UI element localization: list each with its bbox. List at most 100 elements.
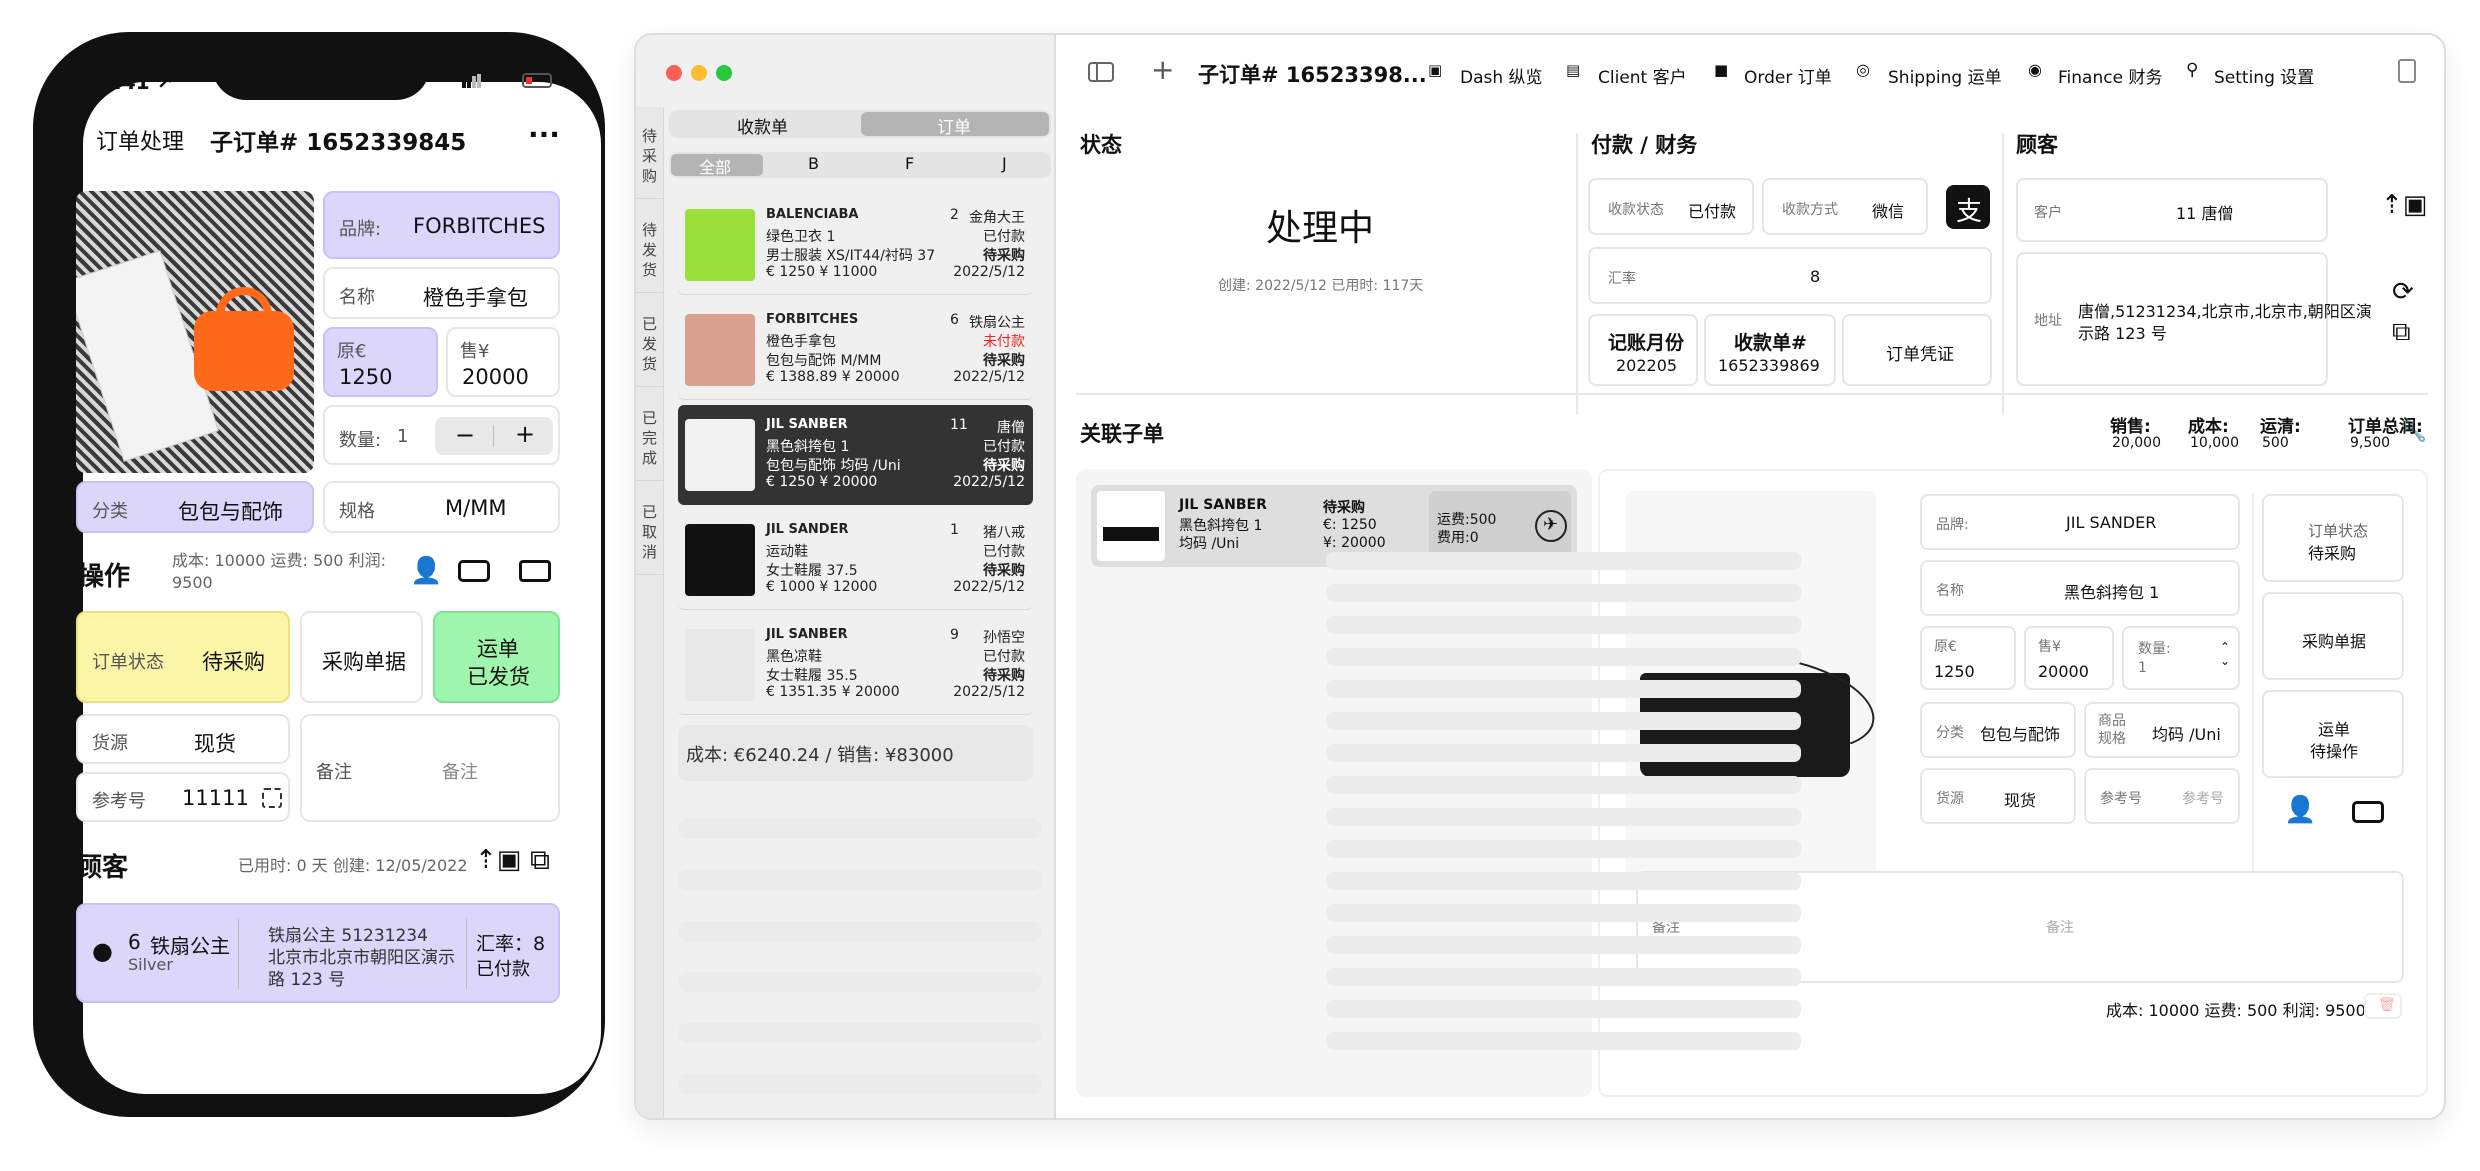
more-icon[interactable]: ···: [528, 118, 560, 151]
detail-order-status[interactable]: 订单状态 待采购: [2262, 494, 2404, 582]
add-icon[interactable]: +: [1151, 53, 1174, 86]
customer-field[interactable]: 客户 11 唐僧: [2016, 178, 2328, 242]
contact-voice-icon[interactable]: 👤: [410, 556, 442, 586]
contact-card-icon-2[interactable]: ⇡▣: [2381, 190, 2427, 220]
toolbar-finance[interactable]: Finance 财务: [2058, 63, 2162, 88]
plane-icon[interactable]: ✈: [1535, 510, 1567, 542]
copy-doc-icon[interactable]: ⧉: [2392, 317, 2411, 348]
order-field: 金角大王: [969, 210, 1025, 226]
toolbar-client[interactable]: Client 客户: [1598, 63, 1687, 88]
detail-ref-field[interactable]: 参考号 参考号: [2084, 768, 2240, 824]
detail-orig-field[interactable]: 原€ 1250: [1920, 626, 2016, 690]
trash-icon[interactable]: [2398, 59, 2416, 83]
filter-b[interactable]: B: [808, 154, 819, 173]
source-field[interactable]: 货源 现货: [76, 714, 290, 764]
minimize-window-button[interactable]: [691, 65, 707, 81]
brand-field[interactable]: 品牌: FORBITCHES: [323, 191, 560, 259]
order-thumb: [685, 314, 755, 386]
order-bag-icon[interactable]: ■: [1714, 61, 1728, 79]
vertical-tab-char: 取: [642, 523, 658, 541]
detail-category-field[interactable]: 分类 包包与配饰: [1920, 702, 2076, 758]
shipping-button[interactable]: 运单 已发货: [433, 611, 560, 703]
delete-sub-icon[interactable]: 🗑: [2364, 993, 2402, 1019]
payment-method-field[interactable]: 收款方式 微信: [1762, 178, 1928, 235]
back-button[interactable]: 订单处理: [96, 124, 184, 156]
dash-icon[interactable]: ▣: [1428, 61, 1442, 79]
toolbar-dash[interactable]: Dash 纵览: [1460, 63, 1543, 88]
ref-field[interactable]: 参考号 11111: [76, 772, 290, 822]
vertical-tab-char: 成: [642, 449, 658, 467]
toolbar-shipping[interactable]: Shipping 运单: [1888, 63, 2002, 88]
tray-icon[interactable]: [2352, 801, 2384, 823]
vertical-tab-0[interactable]: 待采购: [636, 107, 664, 199]
placeholder-row: [679, 819, 1041, 839]
order-list-item[interactable]: JIL SANDER 1 猪八戒 运动鞋 已付款 女士鞋履 37.5 待采购 € 1000 ¥…: [678, 510, 1033, 610]
accounting-month-field[interactable]: 记账月份 202205: [1588, 314, 1698, 386]
vertical-tab-2[interactable]: 已发货: [636, 295, 664, 387]
placeholder-row: [1326, 712, 1801, 730]
order-status-field[interactable]: 订单状态 待采购: [76, 611, 290, 703]
finance-icon[interactable]: ◉: [2028, 60, 2042, 79]
toolbar-setting[interactable]: Setting 设置: [2214, 63, 2314, 88]
vertical-tab-1[interactable]: 待发货: [636, 201, 664, 293]
quantity-stepper[interactable]: − +: [435, 417, 553, 455]
setting-icon[interactable]: ⚲: [2186, 60, 2198, 80]
scan-icon[interactable]: [262, 788, 282, 808]
tab-orders[interactable]: 订单: [861, 112, 1049, 138]
list-total-bar: 成本: €6240.24 / 销售: ¥83000: [678, 725, 1033, 781]
client-icon[interactable]: ▤: [1566, 61, 1580, 79]
filter-all[interactable]: 全部: [671, 154, 763, 177]
category-field[interactable]: 分类 包包与配饰: [76, 481, 314, 533]
placeholder-row: [1326, 1000, 1801, 1018]
shipping-icon[interactable]: ◎: [1856, 60, 1870, 79]
detail-name-field[interactable]: 名称 黑色斜挎包 1: [1920, 560, 2240, 616]
order-list-item[interactable]: BALENCIABA 2 金角大王 绿色卫衣 1 已付款 男士服装 XS/IT44/衬码 …: [678, 195, 1033, 295]
receipt-number-field[interactable]: 收款单# 1652339869: [1704, 314, 1836, 386]
alipay-icon[interactable]: 支: [1946, 185, 1990, 229]
filter-f[interactable]: F: [905, 154, 914, 173]
detail-source-field[interactable]: 货源 现货: [1920, 768, 2076, 824]
voice-contact-icon[interactable]: 👤: [2284, 795, 2316, 825]
detail-qty-stepper[interactable]: 数量: 1 ⌃ ⌄: [2122, 626, 2240, 690]
purchase-doc-button[interactable]: 采购单据: [300, 611, 423, 703]
address-field[interactable]: 地址 唐僧,51231234,北京市,北京市,朝阳区演 示路 123 号: [2016, 252, 2372, 386]
filter-j[interactable]: J: [1002, 154, 1007, 173]
detail-shipping-button[interactable]: 运单 待操作: [2262, 690, 2404, 778]
contact-card-icon[interactable]: ⇡▣: [475, 845, 521, 875]
spec-field[interactable]: 规格 M/MM: [323, 481, 560, 533]
placeholder-row: [1326, 1032, 1801, 1050]
stepper-icon[interactable]: ⌃ ⌄: [2220, 640, 2230, 668]
sidebar-toggle-icon[interactable]: [1088, 62, 1114, 82]
note-field[interactable]: 备注 备注: [300, 714, 560, 822]
close-window-button[interactable]: [666, 65, 682, 81]
toolbar-order[interactable]: Order 订单: [1744, 63, 1832, 88]
order-voucher-button[interactable]: 订单凭证: [1842, 314, 1992, 386]
zoom-window-button[interactable]: [716, 65, 732, 81]
detail-purchase-button[interactable]: 采购单据: [2262, 592, 2404, 680]
customer-card[interactable]: ● 6 铁扇公主 Silver 铁扇公主 51231234 北京市北京市朝阳区演…: [76, 903, 560, 1003]
orig-price-field[interactable]: 原€ 1250: [323, 327, 438, 397]
exchange-rate-field[interactable]: 汇率 8: [1588, 247, 1992, 304]
vertical-tab-3[interactable]: 已完成: [636, 389, 664, 481]
back-chevron-icon[interactable]: ‹: [68, 121, 80, 156]
detail-sale-field[interactable]: 售¥ 20000: [2024, 626, 2114, 690]
tab-receipts[interactable]: 收款单: [737, 113, 788, 138]
plus-icon[interactable]: +: [515, 420, 535, 448]
copy-icon[interactable]: ⧉: [530, 843, 550, 877]
inbox-icon[interactable]: [458, 560, 490, 582]
vertical-tab-4[interactable]: 已取消: [636, 483, 664, 575]
order-field: BALENCIABA: [766, 207, 859, 222]
order-list-item[interactable]: JIL SANBER 11 唐僧 黑色斜挎包 1 已付款 包包与配饰 均码 /Uni 待采购…: [678, 405, 1033, 505]
segment-filter: 全部 B F J: [669, 152, 1051, 178]
ticket-icon[interactable]: [519, 560, 551, 582]
receipt-status-field[interactable]: 收款状态 已付款: [1588, 178, 1754, 235]
sale-price-field[interactable]: 售¥ 20000: [446, 327, 560, 397]
order-field: 未付款: [983, 334, 1025, 350]
detail-brand-field[interactable]: 品牌: JIL SANDER: [1920, 494, 2240, 550]
order-list-item[interactable]: FORBITCHES 6 铁扇公主 橙色手拿包 未付款 包包与配饰 M/MM 待采购 € 13…: [678, 300, 1033, 400]
detail-spec-field[interactable]: 商品规格 均码 /Uni: [2084, 702, 2240, 758]
order-list-item[interactable]: JIL SANBER 9 孙悟空 黑色凉鞋 已付款 女士鞋履 35.5 待采购 € 1351.…: [678, 615, 1033, 715]
name-field[interactable]: 名称 橙色手拿包: [323, 267, 560, 319]
minus-icon[interactable]: −: [455, 421, 475, 449]
refresh-doc-icon[interactable]: ⟳: [2392, 277, 2414, 307]
